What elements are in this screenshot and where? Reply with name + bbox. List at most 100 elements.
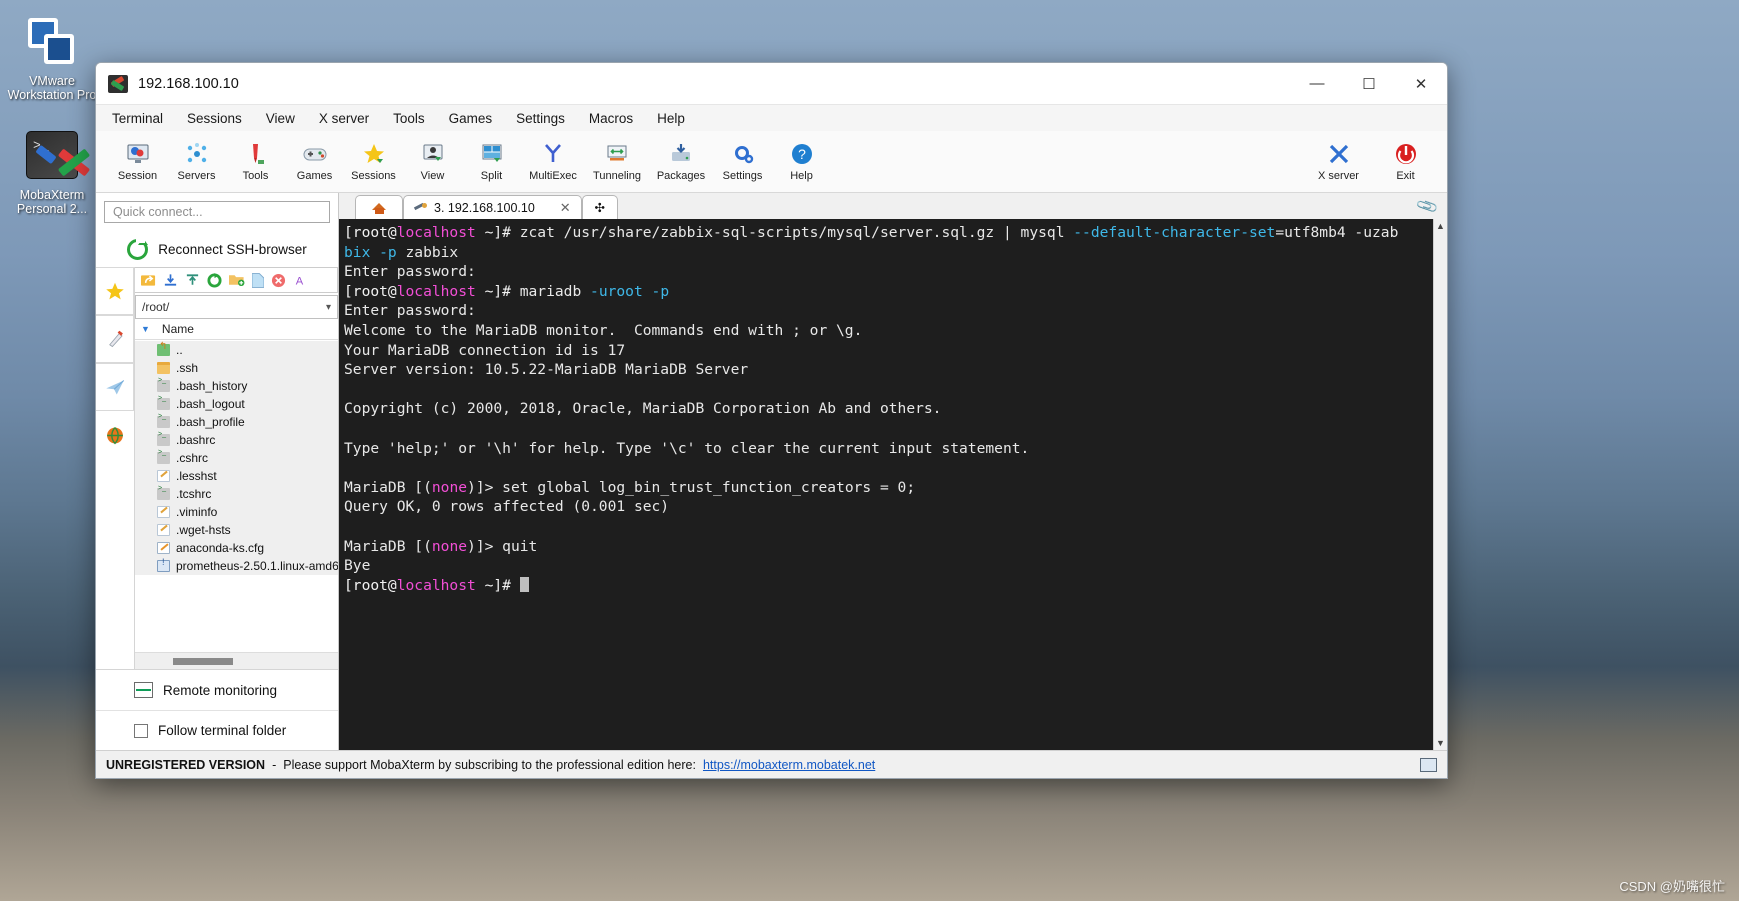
toolbar-tunneling[interactable]: Tunneling [585,141,649,182]
file-list-item[interactable]: .bash_history [135,377,338,395]
file-list-item[interactable]: .tcshrc [135,485,338,503]
file-list-item[interactable]: anaconda-ks.cfg [135,539,338,557]
tab-new[interactable]: ✣ [581,195,618,219]
toolbar-sessions[interactable]: Sessions [344,141,403,182]
minimize-button[interactable]: — [1291,63,1343,105]
file-list-item[interactable]: .viminfo [135,503,338,521]
menu-macros[interactable]: Macros [587,109,635,128]
statusbar-message: Please support MobaXterm by subscribing … [283,757,696,772]
file-list-item[interactable]: .wget-hsts [135,521,338,539]
close-icon[interactable]: ✕ [560,200,571,216]
reconnect-ssh-browser-button[interactable]: Reconnect SSH-browser [96,231,338,267]
menu-help[interactable]: Help [655,109,687,128]
toolbar-label: Exit [1396,170,1415,182]
tab-home[interactable] [355,195,403,219]
toolbar-tools[interactable]: Tools [226,141,285,182]
terminal-line: Bye [344,557,371,575]
refresh-icon[interactable] [207,272,222,288]
file-name: .viminfo [176,505,218,519]
sort-caret-icon[interactable]: ▼ [141,324,150,334]
toolbar-x-server[interactable]: X server [1309,141,1368,182]
menu-sessions[interactable]: Sessions [185,109,244,128]
toolbar-session[interactable]: Session [108,141,167,182]
toolbar-games[interactable]: Games [285,141,344,182]
toolbar-view[interactable]: View [403,141,462,182]
maximize-button[interactable]: ☐ [1343,63,1395,105]
toolbar-packages[interactable]: Packages [649,141,713,182]
toolbar-servers[interactable]: Servers [167,141,226,182]
toolbar-label: Servers [177,170,216,182]
sidebar-tab-sftp[interactable] [96,363,134,411]
tools-knife-icon [108,330,123,347]
follow-terminal-folder-row[interactable]: Follow terminal folder [96,710,338,750]
sh-icon [157,449,170,464]
terminal-line: Type 'help;' or '\h' for help. Type '\c'… [344,439,1030,457]
file-list[interactable]: .. .ssh .bash_history .bash_logout .bash_pro… [135,340,338,652]
file-list-header[interactable]: ▼ Name [135,319,338,340]
terminal-line: Enter password: [344,302,476,320]
file-list-item[interactable]: .bashrc [135,431,338,449]
tab-session[interactable]: 3. 192.168.100.10 ✕ [403,195,582,219]
terminal-scrollbar[interactable]: ▲ ▼ [1433,219,1447,750]
delete-icon[interactable] [271,273,286,288]
sidebar-tab-tools[interactable] [96,315,134,363]
toolbar-help[interactable]: ? Help [772,141,831,182]
menu-games[interactable]: Games [447,109,495,128]
menu-x-server[interactable]: X server [317,109,371,128]
terminal-output[interactable]: [root@localhost ~]# zcat /usr/share/zabb… [339,219,1433,750]
sidebar-tab-favorites[interactable] [96,267,134,315]
help-icon: ? [772,141,831,167]
file-list-item[interactable]: .bash_logout [135,395,338,413]
toolbar-label: Tunneling [593,170,641,182]
up-directory-icon[interactable] [141,273,156,287]
file-list-item[interactable]: prometheus-2.50.1.linux-amd64 [135,557,338,575]
scroll-up-arrow-icon[interactable]: ▲ [1436,219,1445,233]
desktop-icon-mobaxterm[interactable]: >_ MobaXterm Personal 2... [4,128,100,216]
text-mode-icon[interactable]: A [293,273,306,288]
sidebar: Quick connect... Reconnect SSH-browser A… [96,193,339,750]
quick-connect-input[interactable]: Quick connect... [104,201,330,223]
menu-view[interactable]: View [264,109,297,128]
packages-icon [649,141,713,167]
file-list-item[interactable]: .. [135,341,338,359]
file-list-item[interactable]: .bash_profile [135,413,338,431]
monitor-status-icon[interactable] [1420,757,1437,772]
file-list-item[interactable]: .cshrc [135,449,338,467]
toolbar-multiexec[interactable]: MultiExec [521,141,585,182]
file-list-hscrollbar[interactable] [135,652,338,669]
remote-monitoring-toggle[interactable]: Remote monitoring [96,670,338,710]
desktop-icon-vmware[interactable]: VMware Workstation Pro [4,14,100,102]
paperclip-icon[interactable]: 📎 [1415,194,1441,218]
toolbar-split[interactable]: Split [462,141,521,182]
chevron-down-icon[interactable]: ▾ [326,302,331,313]
multiexec-icon [521,141,585,167]
menu-settings[interactable]: Settings [514,109,567,128]
file-list-item[interactable]: .lesshst [135,467,338,485]
file-list-item[interactable]: .ssh [135,359,338,377]
scroll-down-arrow-icon[interactable]: ▼ [1436,736,1445,750]
menu-tools[interactable]: Tools [391,109,427,128]
toolbar-exit[interactable]: Exit [1376,141,1435,182]
close-button[interactable]: ✕ [1395,63,1447,105]
upload-icon[interactable] [185,273,200,287]
follow-terminal-folder-label: Follow terminal folder [158,723,287,738]
path-input[interactable]: /root/ ▾ [135,295,338,319]
scrollbar-thumb[interactable] [173,657,233,665]
new-file-icon[interactable] [252,272,264,288]
path-value: /root/ [142,300,170,314]
statusbar-right [1420,757,1437,772]
toolbar-settings[interactable]: Settings [713,141,772,182]
follow-terminal-folder-checkbox[interactable] [134,723,148,738]
bin-icon [157,557,170,572]
download-icon[interactable] [163,273,178,287]
menu-terminal[interactable]: Terminal [110,109,165,128]
toolbar-label: Games [296,170,333,182]
mobaxterm-link[interactable]: https://mobaxterm.mobatek.net [703,758,875,772]
toolbar-right-group: X server Exit [1309,141,1435,182]
svg-text:?: ? [798,146,806,162]
folder-icon [157,362,170,374]
toolbar-label: Packages [656,170,706,182]
window-titlebar[interactable]: 192.168.100.10 — ☐ ✕ [96,63,1447,105]
new-folder-icon[interactable] [229,273,245,287]
sidebar-tab-web[interactable] [96,411,134,459]
